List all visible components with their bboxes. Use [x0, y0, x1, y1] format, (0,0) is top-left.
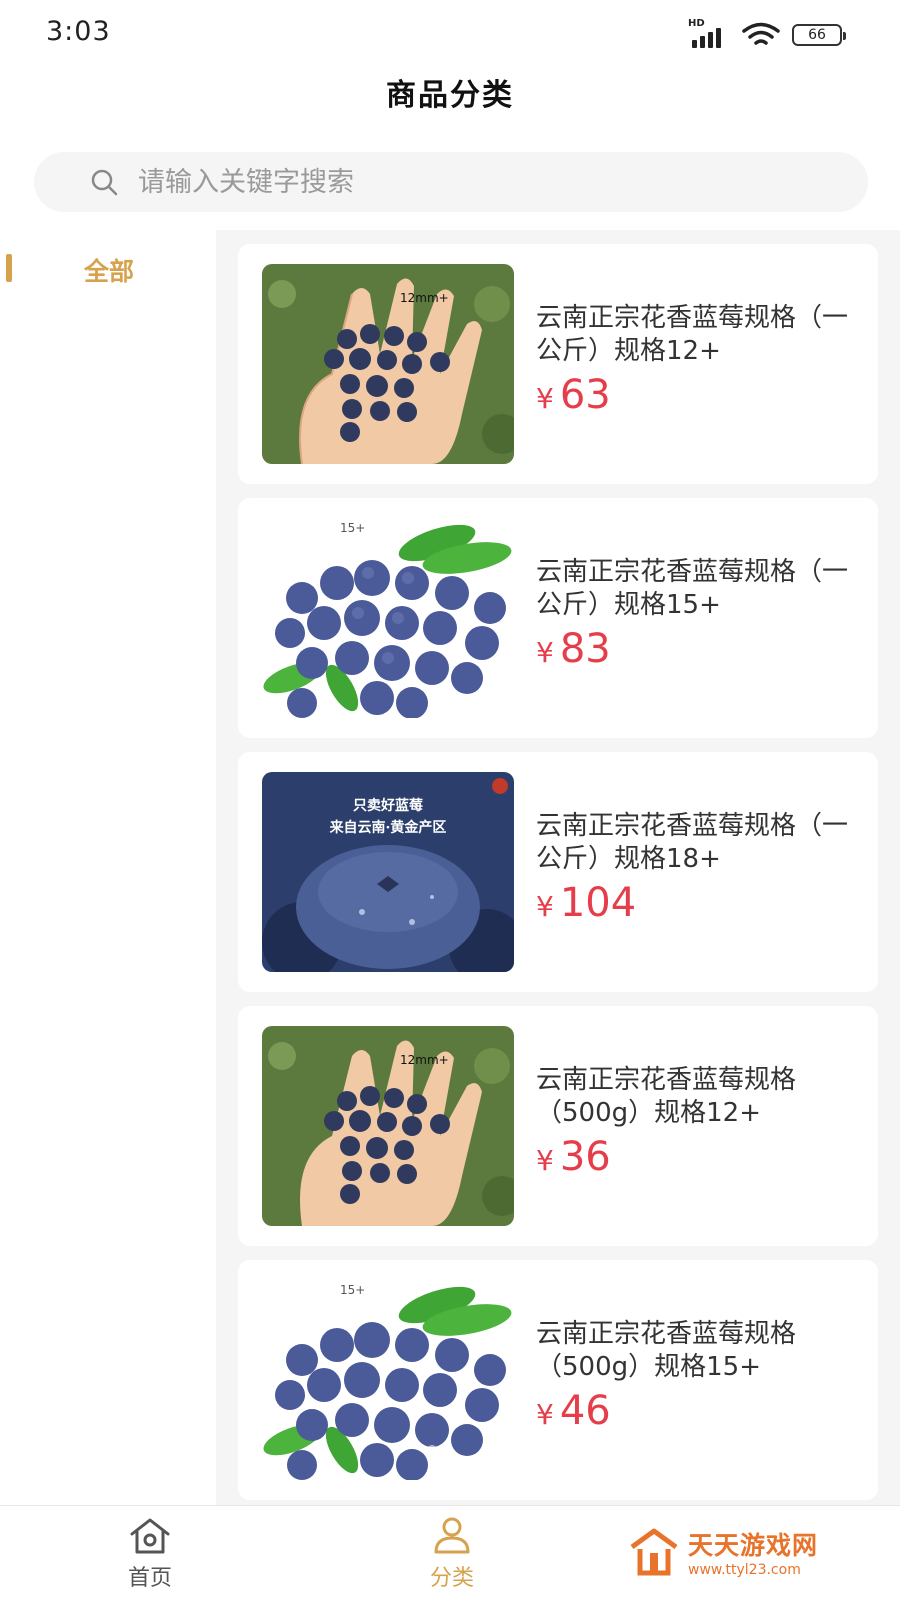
- product-card[interactable]: 15+ 云南正宗花香蓝莓规格（一公斤）规格15+ ¥83: [238, 498, 878, 738]
- product-image[interactable]: 12mm+: [262, 264, 514, 464]
- nav-home[interactable]: 首页: [90, 1516, 210, 1592]
- sidebar-item-label: 全部: [84, 257, 135, 286]
- product-price: ¥83: [536, 626, 611, 672]
- status-time: 3:03: [46, 16, 111, 47]
- currency-symbol: ¥: [536, 1144, 554, 1177]
- status-icons: HD 66: [688, 18, 846, 48]
- home-icon: [130, 1518, 170, 1554]
- product-price: ¥63: [536, 372, 611, 418]
- product-name: 云南正宗花香蓝莓规格（一公斤）规格12+: [536, 303, 849, 366]
- product-price: ¥36: [536, 1134, 611, 1180]
- battery-level: 66: [808, 27, 826, 43]
- price-value: 104: [559, 880, 637, 926]
- search-input[interactable]: [136, 165, 740, 199]
- product-card[interactable]: 只卖好蓝莓 来自云南·黄金产区 云南正宗花香蓝莓规格（一公斤）规格18+ ¥10…: [238, 752, 878, 992]
- nav-home-label: 首页: [127, 1566, 172, 1591]
- product-card[interactable]: 12mm+ 云南正宗花香蓝莓规格（一公斤）规格12+ ¥63: [238, 244, 878, 484]
- currency-symbol: ¥: [536, 636, 554, 669]
- product-card[interactable]: 15+ 云南正宗花香蓝莓规格（500g）规格15+ ¥46: [238, 1260, 878, 1500]
- price-value: 83: [559, 626, 611, 672]
- product-image[interactable]: 12mm+: [262, 1026, 514, 1226]
- watermark: 天天游戏网 www.ttyl23.com: [628, 1526, 818, 1578]
- signal-icon: HD: [688, 18, 730, 48]
- product-image[interactable]: 只卖好蓝莓 来自云南·黄金产区: [262, 772, 514, 972]
- svg-text:15+: 15+: [340, 1283, 365, 1297]
- status-bar: 3:03 HD 66: [0, 0, 900, 70]
- page-title: 商品分类: [386, 78, 514, 113]
- product-price: ¥104: [536, 880, 636, 926]
- selected-indicator: [6, 254, 12, 282]
- svg-text:来自云南·黄金产区: 来自云南·黄金产区: [329, 819, 447, 836]
- battery-icon: 66: [792, 24, 846, 46]
- svg-text:只卖好蓝莓: 只卖好蓝莓: [353, 797, 423, 814]
- product-card[interactable]: 12mm+ 云南正宗花香蓝莓规格（500g）规格12+ ¥36: [238, 1006, 878, 1246]
- user-icon: [434, 1517, 470, 1554]
- product-price: ¥46: [536, 1388, 611, 1434]
- search-icon: [91, 169, 118, 196]
- currency-symbol: ¥: [536, 382, 554, 415]
- search-bar[interactable]: [34, 152, 868, 212]
- nav-category[interactable]: 分类: [392, 1516, 512, 1592]
- product-name: 云南正宗花香蓝莓规格（一公斤）规格15+: [536, 557, 849, 620]
- svg-text:12mm+: 12mm+: [400, 1053, 449, 1067]
- price-value: 46: [559, 1388, 611, 1434]
- product-list[interactable]: 12mm+ 云南正宗花香蓝莓规格（一公斤）规格12+ ¥63 15+ 云南正宗花…: [216, 230, 900, 1505]
- category-sidebar: 全部: [0, 230, 216, 1505]
- watermark-logo-icon: [630, 1528, 678, 1576]
- watermark-url: www.ttyl23.com: [688, 1562, 801, 1578]
- nav-category-label: 分类: [429, 1566, 474, 1591]
- sidebar-item-all[interactable]: 全部: [0, 230, 216, 310]
- price-value: 36: [559, 1134, 611, 1180]
- currency-symbol: ¥: [536, 890, 554, 923]
- svg-text:15+: 15+: [340, 521, 365, 535]
- wifi-icon: [742, 22, 780, 45]
- watermark-name: 天天游戏网: [688, 1531, 819, 1560]
- product-image[interactable]: 15+: [262, 518, 514, 718]
- product-image[interactable]: 15+: [262, 1280, 514, 1480]
- product-name: 云南正宗花香蓝莓规格（一公斤）规格18+: [536, 811, 849, 874]
- price-value: 63: [559, 372, 611, 418]
- svg-text:12mm+: 12mm+: [400, 291, 449, 305]
- currency-symbol: ¥: [536, 1398, 554, 1431]
- product-name: 云南正宗花香蓝莓规格（500g）规格12+: [536, 1065, 797, 1128]
- product-name: 云南正宗花香蓝莓规格（500g）规格15+: [536, 1319, 797, 1382]
